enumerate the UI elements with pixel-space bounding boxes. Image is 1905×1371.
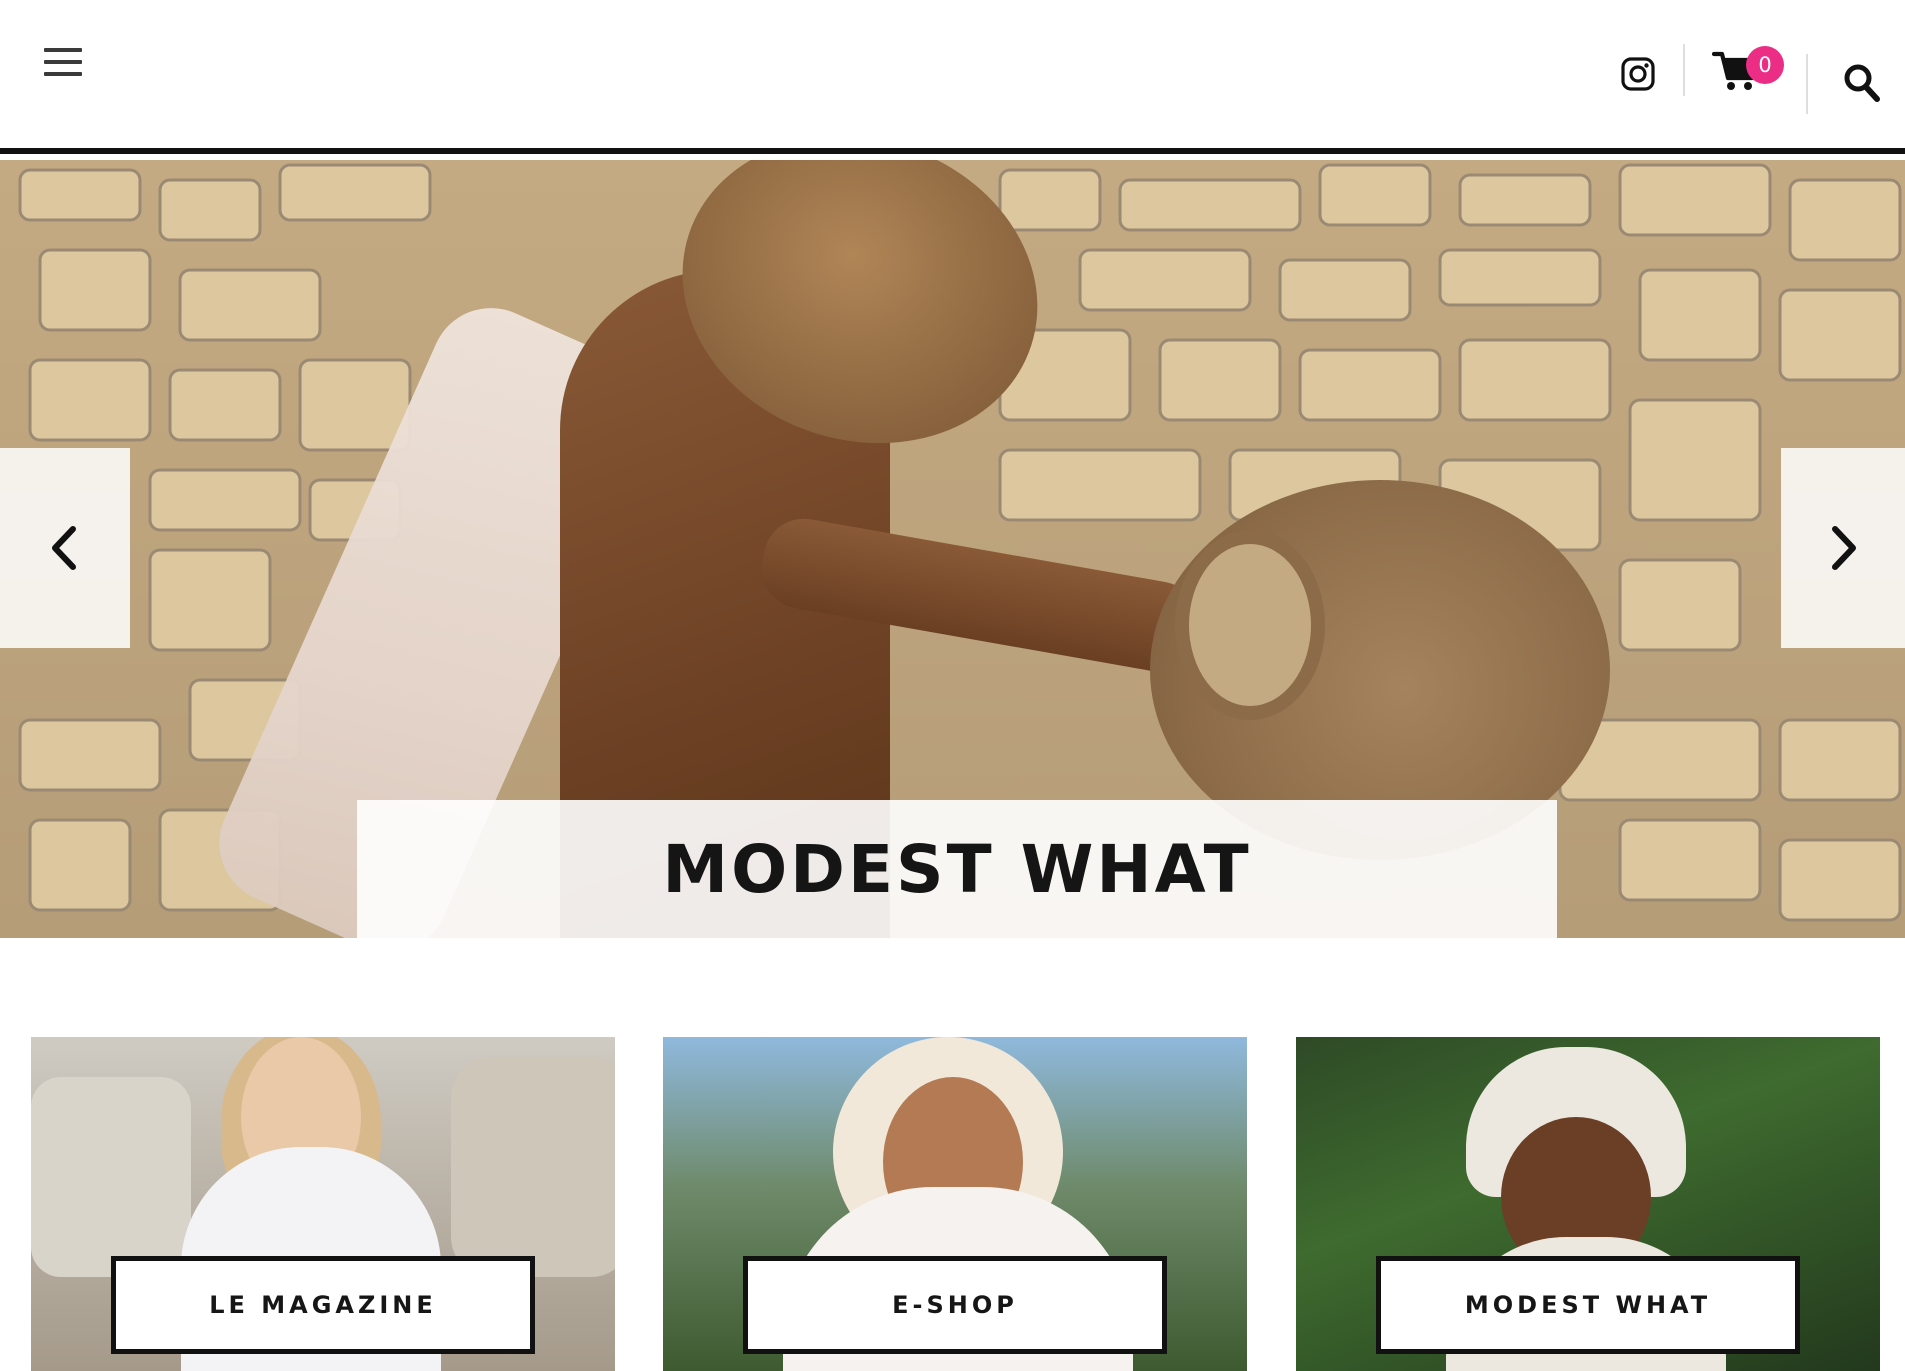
site-header: 0 <box>0 0 1905 154</box>
chevron-right-icon <box>1832 526 1856 570</box>
card-le-magazine[interactable]: LE MAGAZINE <box>31 1037 615 1371</box>
card-label-button[interactable]: E-SHOP <box>743 1256 1167 1354</box>
card-label-text: MODEST WHAT <box>1464 1291 1712 1319</box>
header-divider <box>1806 54 1808 114</box>
card-label-text: LE MAGAZINE <box>209 1291 437 1319</box>
card-image-rock <box>451 1057 615 1277</box>
hero-slider: MODEST WHAT <box>0 160 1905 938</box>
card-image-rock <box>31 1077 191 1277</box>
card-modest-what[interactable]: MODEST WHAT <box>1296 1037 1880 1371</box>
hero-caption[interactable]: MODEST WHAT <box>357 800 1557 938</box>
search-icon[interactable] <box>1842 62 1882 104</box>
instagram-icon[interactable] <box>1620 56 1656 92</box>
card-label-button[interactable]: LE MAGAZINE <box>111 1256 535 1354</box>
cart-count-badge[interactable]: 0 <box>1746 46 1784 84</box>
slider-prev-button[interactable] <box>0 448 130 648</box>
card-label-button[interactable]: MODEST WHAT <box>1376 1256 1800 1354</box>
slider-next-button[interactable] <box>1781 448 1905 648</box>
chevron-left-icon <box>52 526 76 570</box>
header-divider <box>1683 44 1685 96</box>
hero-title: MODEST WHAT <box>662 830 1252 908</box>
card-e-shop[interactable]: E-SHOP <box>663 1037 1247 1371</box>
bag-handle <box>1175 530 1325 720</box>
hamburger-menu-icon[interactable] <box>44 48 82 78</box>
card-label-text: E-SHOP <box>892 1291 1018 1319</box>
